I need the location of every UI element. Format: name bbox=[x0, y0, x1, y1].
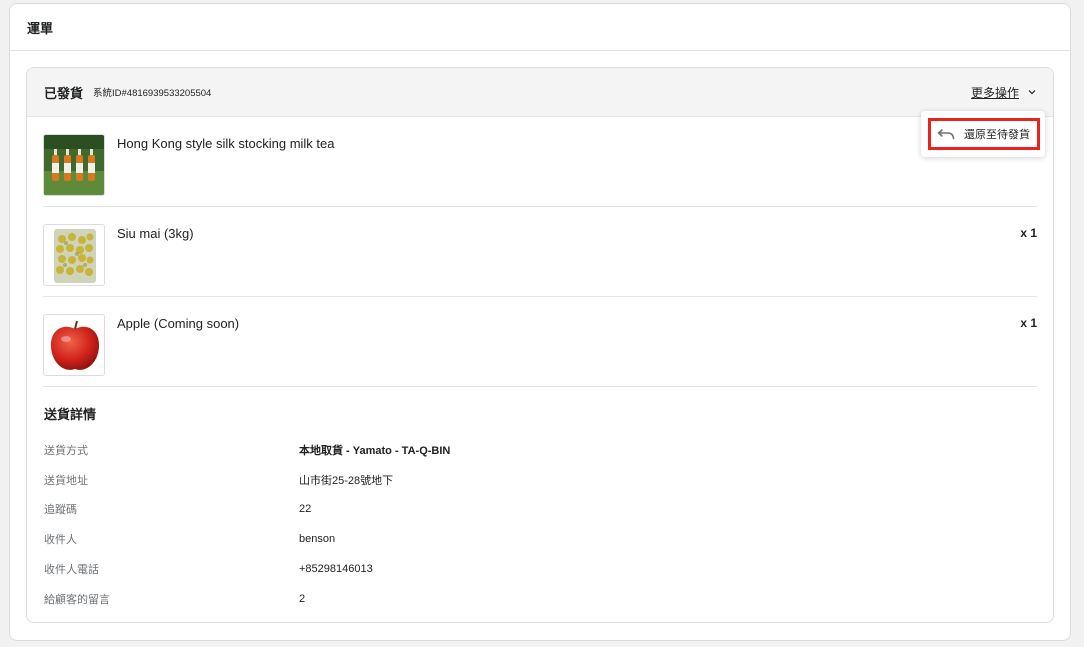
detail-value: benson bbox=[299, 533, 336, 546]
delivery-details: 送貨詳情 送貨方式 本地取貨 - Yamato - TA-Q-BIN 送貨地址 … bbox=[27, 387, 1053, 614]
item-name: Siu mai (3kg) bbox=[117, 226, 194, 241]
detail-value: +85298146013 bbox=[299, 563, 373, 576]
detail-row-address: 送貨地址 山市街25-28號地下 bbox=[44, 465, 1036, 495]
shipment-section: 運單 已發貨 系統ID#4816939533205504 更多操作 Hong K… bbox=[9, 3, 1071, 641]
detail-value: 2 bbox=[299, 592, 306, 605]
revert-to-pending-button[interactable]: 還原至待發貨 bbox=[928, 118, 1040, 150]
product-image-siu-mai bbox=[43, 224, 105, 286]
item-name: Apple (Coming soon) bbox=[117, 316, 240, 331]
system-id: 系統ID#4816939533205504 bbox=[93, 88, 212, 99]
shipment-card: 已發貨 系統ID#4816939533205504 更多操作 Hong Kong… bbox=[26, 67, 1054, 623]
detail-row-message: 給顧客的留言 2 bbox=[44, 584, 1036, 614]
detail-label: 收件人 bbox=[44, 534, 77, 547]
detail-label: 追蹤碼 bbox=[44, 504, 77, 517]
detail-value: 本地取貨 - Yamato - TA-Q-BIN bbox=[299, 444, 451, 457]
detail-row-phone: 收件人電話 +85298146013 bbox=[44, 554, 1036, 584]
detail-label: 送貨方式 bbox=[44, 444, 88, 457]
product-image-milk-tea bbox=[43, 134, 105, 196]
list-item: Hong Kong style silk stocking milk tea bbox=[43, 117, 1037, 207]
product-image-apple bbox=[43, 314, 105, 376]
detail-label: 送貨地址 bbox=[44, 474, 88, 487]
section-title: 運單 bbox=[10, 4, 1070, 51]
more-actions-label: 更多操作 bbox=[970, 85, 1019, 100]
item-quantity: x 1 bbox=[1020, 316, 1037, 330]
shipment-header: 已發貨 系統ID#4816939533205504 更多操作 bbox=[27, 68, 1053, 117]
more-actions-popover: 還原至待發貨 bbox=[921, 111, 1045, 157]
detail-label: 收件人電話 bbox=[44, 564, 99, 577]
item-list: Hong Kong style silk stocking milk tea S… bbox=[27, 117, 1053, 387]
list-item: Apple (Coming soon) x 1 bbox=[43, 297, 1037, 387]
detail-row-tracking: 追蹤碼 22 bbox=[44, 495, 1036, 525]
detail-value: 山市街25-28號地下 bbox=[299, 474, 394, 487]
item-quantity: x 1 bbox=[1020, 226, 1037, 240]
item-name: Hong Kong style silk stocking milk tea bbox=[117, 136, 335, 151]
delivery-details-title: 送貨詳情 bbox=[44, 407, 97, 422]
more-actions-button[interactable]: 更多操作 bbox=[971, 84, 1037, 101]
detail-value: 22 bbox=[299, 503, 312, 516]
revert-to-pending-label: 還原至待發貨 bbox=[964, 129, 1030, 141]
chevron-down-icon bbox=[1028, 90, 1036, 95]
undo-icon bbox=[937, 129, 955, 140]
shipment-status: 已發貨 bbox=[44, 85, 84, 101]
list-item: Siu mai (3kg) x 1 bbox=[43, 207, 1037, 297]
detail-row-method: 送貨方式 本地取貨 - Yamato - TA-Q-BIN bbox=[44, 435, 1036, 465]
detail-label: 給顧客的留言 bbox=[44, 593, 110, 606]
detail-row-recipient: 收件人 benson bbox=[44, 524, 1036, 554]
